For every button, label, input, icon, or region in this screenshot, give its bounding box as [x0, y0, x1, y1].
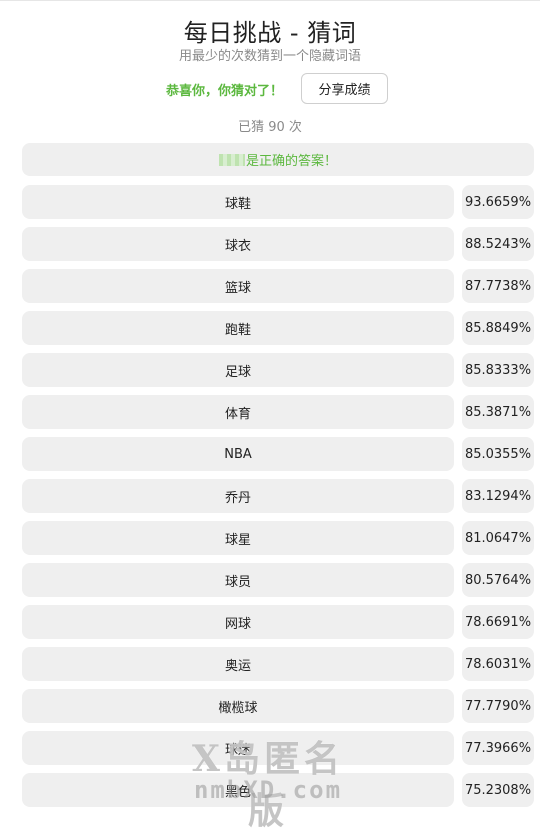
- guess-word: 网球: [22, 605, 454, 639]
- guess-score: 83.1294%: [462, 479, 534, 513]
- guess-score: 75.2308%: [462, 773, 534, 807]
- guess-word: 足球: [22, 353, 454, 387]
- top-divider: [0, 0, 540, 1]
- guess-row: 足球 85.8333%: [22, 353, 534, 387]
- guess-score: 85.0355%: [462, 437, 534, 471]
- guess-word: 奥运: [22, 647, 454, 681]
- guess-row: NBA 85.0355%: [22, 437, 534, 471]
- guess-row: 乔丹 83.1294%: [22, 479, 534, 513]
- guess-score: 93.6659%: [462, 185, 534, 219]
- guess-score: 81.0647%: [462, 521, 534, 555]
- answer-redacted-mask: [218, 153, 245, 166]
- guess-word: 跑鞋: [22, 311, 454, 345]
- answer-message: 是正确的答案！: [245, 154, 337, 169]
- guess-row: 跑鞋 85.8849%: [22, 311, 534, 345]
- guess-score: 80.5764%: [462, 563, 534, 597]
- guess-word: 篮球: [22, 269, 454, 303]
- guess-word: 黑色: [22, 773, 454, 807]
- guess-score: 85.8849%: [462, 311, 534, 345]
- guess-row: 橄榄球 77.7790%: [22, 689, 534, 723]
- guess-word: 球星: [22, 521, 454, 555]
- guess-score: 88.5243%: [462, 227, 534, 261]
- guess-list: 球鞋 93.6659% 球衣 88.5243% 篮球 87.7738% 跑鞋 8…: [22, 185, 534, 815]
- guess-word: 球鞋: [22, 185, 454, 219]
- guess-score: 87.7738%: [462, 269, 534, 303]
- congrats-message: 恭喜你，你猜对了！: [166, 84, 284, 99]
- guess-word: 球员: [22, 563, 454, 597]
- guess-score: 78.6691%: [462, 605, 534, 639]
- answer-banner: 是正确的答案！: [22, 143, 534, 176]
- guess-word: 乔丹: [22, 479, 454, 513]
- guess-word: NBA: [22, 437, 454, 471]
- guess-row: 网球 78.6691%: [22, 605, 534, 639]
- guess-score: 77.3966%: [462, 731, 534, 765]
- guess-row: 体育 85.3871%: [22, 395, 534, 429]
- guess-row: 球鞋 93.6659%: [22, 185, 534, 219]
- guess-word: 橄榄球: [22, 689, 454, 723]
- guess-score: 78.6031%: [462, 647, 534, 681]
- page-subtitle: 用最少的次数猜到一个隐藏词语: [178, 49, 361, 64]
- page-title: 每日挑战 - 猜词: [183, 19, 357, 47]
- guess-row: 黑色 75.2308%: [22, 773, 534, 807]
- guess-row: 篮球 87.7738%: [22, 269, 534, 303]
- guess-row: 球衣 88.5243%: [22, 227, 534, 261]
- share-score-button[interactable]: 分享成绩: [301, 73, 388, 104]
- guess-row: 球星 81.0647%: [22, 521, 534, 555]
- guess-row: 球员 80.5764%: [22, 563, 534, 597]
- guess-word: 球衣: [22, 227, 454, 261]
- guess-row: 奥运 78.6031%: [22, 647, 534, 681]
- guess-score: 85.8333%: [462, 353, 534, 387]
- guess-count: 已猜 90 次: [238, 120, 302, 135]
- guess-word: 体育: [22, 395, 454, 429]
- guess-word: 球迷: [22, 731, 454, 765]
- guess-score: 85.3871%: [462, 395, 534, 429]
- guess-row: 球迷 77.3966%: [22, 731, 534, 765]
- guess-score: 77.7790%: [462, 689, 534, 723]
